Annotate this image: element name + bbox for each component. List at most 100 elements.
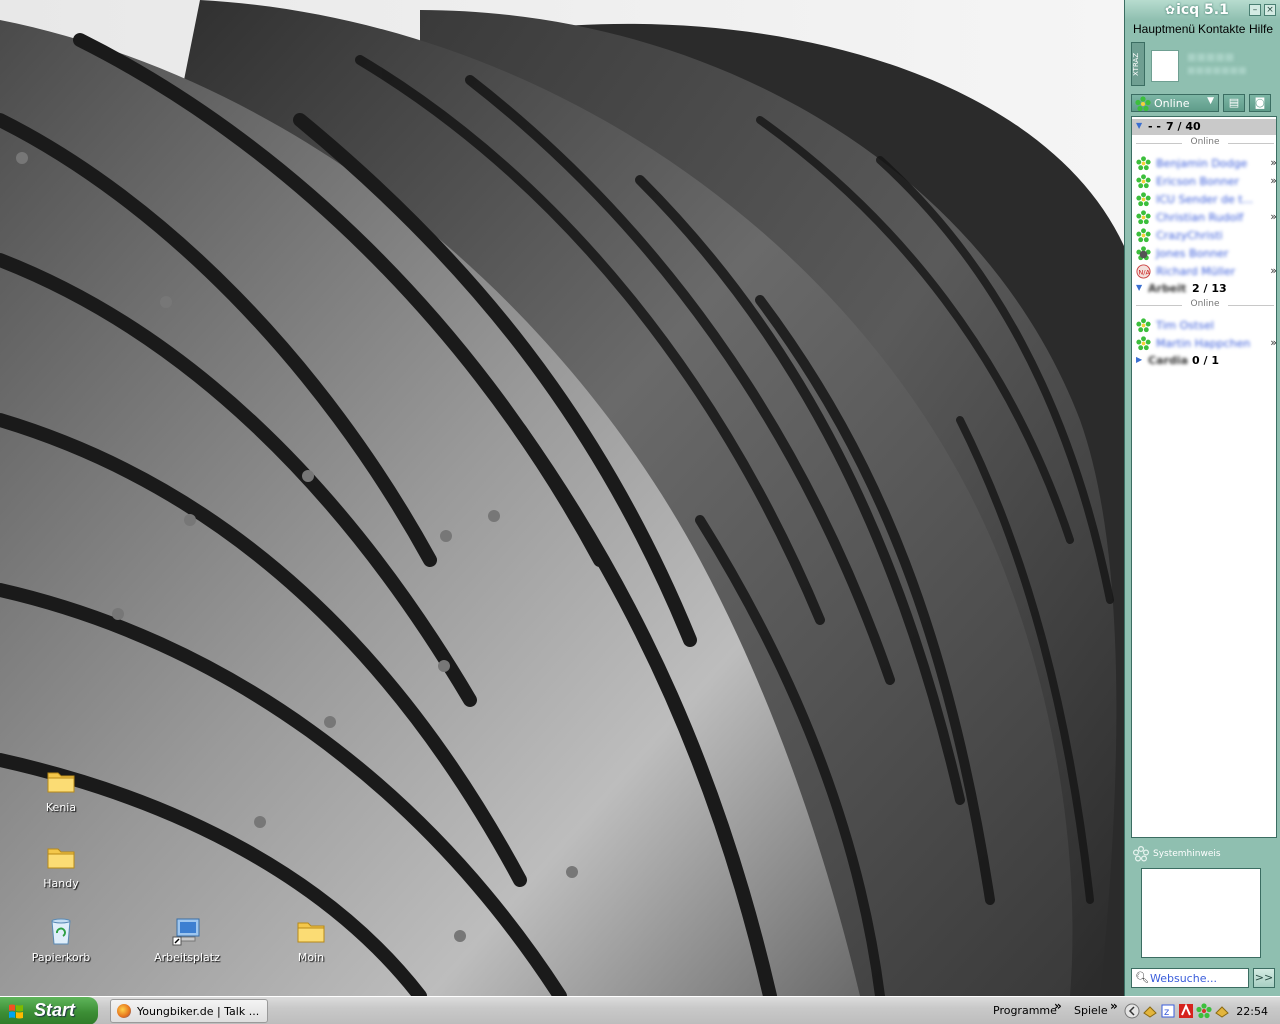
contact-list-tool-button[interactable]: ▤: [1223, 94, 1245, 112]
status-dropdown[interactable]: Online ▼: [1131, 94, 1219, 112]
group-header[interactable]: ▶ Cardia 0 / 1: [1132, 353, 1276, 369]
contact-name: Ericson Bonner: [1156, 175, 1240, 188]
contact-more-icon[interactable]: »: [1270, 210, 1276, 223]
contact-row[interactable]: Benjamin Dodge »: [1132, 155, 1276, 173]
menu-kontakte[interactable]: Kontakte: [1198, 22, 1245, 36]
contact-row[interactable]: Martin Happchen »: [1132, 335, 1276, 353]
icq-title-bar[interactable]: ✿icq 5.1 – ×: [1125, 0, 1280, 20]
toolbar-link-spiele[interactable]: Spiele: [1074, 1004, 1108, 1017]
connection-icon[interactable]: [1214, 1003, 1230, 1019]
contact-row[interactable]: ICU Sender de t...: [1132, 191, 1276, 209]
clipboard-icon: ▤: [1228, 96, 1240, 109]
system-tray: z 22:54: [1122, 998, 1280, 1024]
chevron-right-icon: ▶: [1136, 355, 1143, 364]
icq-tray-flower-icon[interactable]: [1196, 1003, 1212, 1019]
online-flower-icon: [1136, 210, 1151, 225]
offline-flower-icon: [1133, 846, 1149, 862]
icq-window: ✿icq 5.1 – × Hauptmenü Kontakte Hilfe XT…: [1124, 0, 1280, 996]
contact-name: Richard Müller: [1156, 265, 1236, 278]
contact-name: Christian Rudolf: [1156, 211, 1244, 224]
avatar[interactable]: [1151, 50, 1179, 82]
group-count: 0 / 1: [1192, 354, 1219, 367]
contact-row[interactable]: CrazyChristi: [1132, 227, 1276, 245]
desktop-icon-label: Arbeitsplatz: [154, 951, 220, 964]
camera-icon: ◙: [1254, 96, 1266, 109]
icq-logo: ✿icq 5.1: [1165, 2, 1229, 18]
desktop-icon-handy[interactable]: Handy: [23, 841, 99, 890]
chevron-down-icon: ▼: [1136, 283, 1143, 292]
desktop-icon-kenia[interactable]: Kenia: [23, 765, 99, 814]
clock[interactable]: 22:54: [1236, 1005, 1268, 1018]
online-flower-icon: [1136, 174, 1151, 189]
group-count: 2 / 13: [1192, 282, 1227, 295]
windows-logo-icon: [9, 1004, 23, 1019]
contact-name: CrazyChristi: [1156, 229, 1223, 242]
own-uin-blurred: ■■■■■■■: [1187, 66, 1247, 76]
contact-row[interactable]: Christian Rudolf »: [1132, 209, 1276, 227]
status-label: Online: [1154, 97, 1190, 110]
group-header[interactable]: ▼ Arbeit 2 / 13: [1132, 281, 1276, 297]
chevron-down-icon: ▼: [1207, 96, 1214, 106]
desktop-icon-papierkorb[interactable]: Papierkorb: [23, 915, 99, 964]
contact-row[interactable]: Jones Bonner: [1132, 245, 1276, 263]
desktop-icon-arbeitsplatz[interactable]: Arbeitsplatz: [149, 915, 225, 964]
online-flower-icon: [1136, 156, 1151, 171]
own-nickname-blurred: ■■■■■: [1187, 52, 1235, 63]
firefox-icon: [117, 1004, 131, 1018]
menu-hilfe[interactable]: Hilfe: [1249, 22, 1273, 36]
icq-status-bar: Online ▼ ▤ ◙: [1131, 94, 1277, 114]
desktop-wallpaper: [0, 0, 1280, 996]
start-label: Start: [34, 1000, 76, 1020]
group-subheader-online: Online: [1132, 299, 1276, 309]
app-tray-icon[interactable]: z: [1160, 1003, 1176, 1019]
close-button[interactable]: ×: [1264, 4, 1276, 16]
contact-more-icon[interactable]: »: [1270, 174, 1276, 187]
show-hidden-icons-icon[interactable]: [1124, 1003, 1140, 1019]
desktop-icon-label: Handy: [43, 877, 79, 890]
contact-row[interactable]: N/A Richard Müller »: [1132, 263, 1276, 281]
menu-hauptmenu[interactable]: Hauptmenü: [1133, 22, 1195, 36]
desktop-icon-moin[interactable]: Moin: [273, 915, 349, 964]
system-notice-header: Systemhinweis: [1131, 844, 1277, 864]
services-tool-button[interactable]: ◙: [1249, 94, 1271, 112]
contact-more-icon[interactable]: »: [1270, 156, 1276, 169]
svg-text:z: z: [1164, 1007, 1169, 1018]
minimize-button[interactable]: –: [1249, 4, 1261, 16]
contact-more-icon[interactable]: »: [1270, 264, 1276, 277]
web-search-go-button[interactable]: >>: [1253, 968, 1275, 988]
network-icon[interactable]: [1142, 1003, 1158, 1019]
folder-icon: [297, 922, 325, 943]
desktop-icon-label: Papierkorb: [31, 951, 91, 964]
web-search-input[interactable]: 🔍︎ Websuche...: [1131, 968, 1249, 988]
toolbar-link-programme[interactable]: Programme: [993, 1004, 1057, 1017]
system-notice-title: Systemhinweis: [1153, 849, 1221, 859]
recycle-bin-icon: [51, 918, 71, 945]
online-flower-icon: [1136, 318, 1151, 333]
contact-name: Martin Happchen: [1156, 337, 1251, 350]
svg-text:N/A: N/A: [1138, 268, 1150, 276]
contact-row[interactable]: Ericson Bonner »: [1132, 173, 1276, 191]
xtraz-button[interactable]: XTRAZ: [1131, 42, 1145, 86]
chevron-down-icon: ▼: [1136, 121, 1143, 130]
contact-name: Jones Bonner: [1156, 247, 1229, 260]
contact-name: ICU Sender de t...: [1156, 193, 1254, 206]
toolbar-chevron-icon[interactable]: »: [1054, 999, 1062, 1013]
system-notice-panel: [1141, 868, 1261, 958]
online-flower-icon: [1135, 96, 1151, 112]
desktop-icon-label: Kenia: [45, 801, 77, 814]
antivirus-icon[interactable]: [1178, 1003, 1194, 1019]
tyre-wallpaper-image: [0, 0, 1280, 996]
contact-more-icon[interactable]: »: [1270, 336, 1276, 349]
start-button[interactable]: Start: [0, 997, 98, 1024]
group-count: 7 / 40: [1166, 120, 1201, 133]
icq-menu-bar: Hauptmenü Kontakte Hilfe: [1125, 20, 1280, 38]
group-name: Cardia: [1148, 354, 1188, 367]
na-status-icon: N/A: [1136, 264, 1151, 279]
group-name: - -: [1148, 120, 1161, 133]
search-icon: 🔍︎: [1135, 971, 1149, 984]
toolbar-chevron-icon[interactable]: »: [1110, 999, 1118, 1013]
taskbar-item-firefox[interactable]: Youngbiker.de | Talk ...: [110, 999, 268, 1023]
online-flower-icon: [1136, 228, 1151, 243]
contact-row[interactable]: Tim Ostsel: [1132, 317, 1276, 335]
group-header[interactable]: ▼ - - 7 / 40: [1132, 119, 1276, 135]
